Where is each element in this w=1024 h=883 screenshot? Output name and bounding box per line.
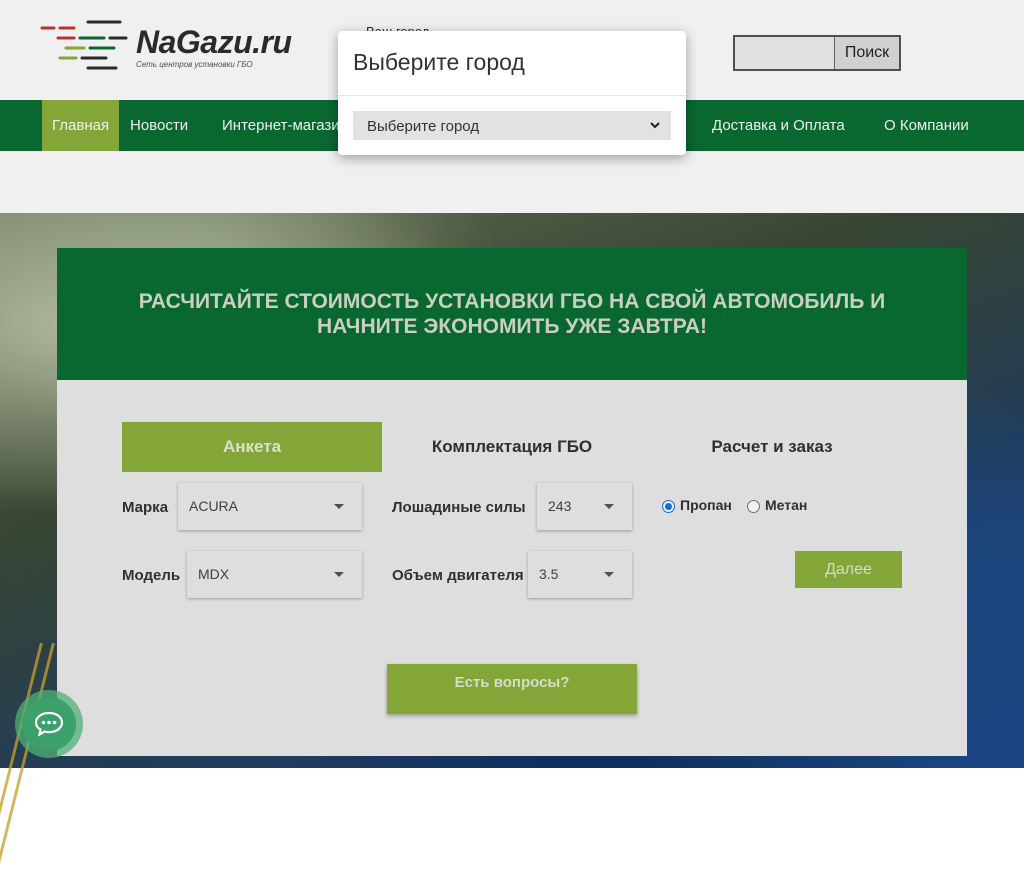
model-select-value: MDX	[198, 566, 230, 582]
nav-item-delivery[interactable]: Доставка и Оплата	[712, 100, 845, 151]
model-select[interactable]: MDX	[187, 551, 362, 598]
questions-button[interactable]: Есть вопросы?	[387, 664, 637, 714]
chat-button[interactable]	[15, 690, 83, 758]
site-logo[interactable]: NaGazu.ru Сеть центров установки ГБО	[40, 18, 330, 72]
city-select-modal: Выберите город Выберите город	[338, 31, 686, 155]
city-select[interactable]: Выберите город	[353, 111, 671, 140]
horsepower-select[interactable]: 243	[537, 483, 632, 530]
fuel-option-methane-label[interactable]: Метан	[765, 497, 807, 513]
tab-questionnaire[interactable]: Анкета	[122, 422, 382, 472]
tab-calculation-order[interactable]: Расчет и заказ	[642, 422, 902, 472]
caret-down-icon	[334, 504, 344, 509]
nav-item-home[interactable]: Главная	[42, 100, 120, 151]
search-button[interactable]: Поиск	[835, 37, 899, 69]
model-label: Модель	[122, 567, 181, 584]
calculator-title: Расчитайте стоимость установки ГБО на св…	[138, 290, 886, 338]
next-button[interactable]: Далее	[795, 551, 902, 588]
engine-volume-select-value: 3.5	[539, 566, 559, 582]
chat-bubble-icon	[34, 711, 64, 737]
gas-lines-logo-icon	[40, 20, 128, 70]
brand-select[interactable]: ACURA	[178, 483, 362, 530]
modal-divider	[338, 95, 686, 96]
brand-label: Марка	[122, 499, 169, 516]
logo-subtitle: Сеть центров установки ГБО	[136, 60, 253, 69]
brand-select-value: ACURA	[189, 498, 239, 514]
fuel-radio-propane[interactable]	[662, 500, 675, 513]
chat-button-inner	[22, 697, 76, 751]
nav-item-news[interactable]: Новости	[130, 100, 188, 151]
horsepower-label: Лошадиные силы	[392, 499, 526, 516]
calculator-header: Расчитайте стоимость установки ГБО на св…	[57, 248, 967, 380]
modal-title: Выберите город	[353, 49, 525, 75]
logo-text: NaGazu.ru	[136, 24, 292, 60]
fuel-option-propane-label[interactable]: Пропан	[680, 497, 732, 513]
search-input[interactable]	[735, 37, 835, 69]
horsepower-select-value: 243	[548, 498, 572, 514]
fuel-radio-methane[interactable]	[747, 500, 760, 513]
chevron-down-icon	[650, 122, 660, 129]
caret-down-icon	[604, 504, 614, 509]
tab-equipment[interactable]: Комплектация ГБО	[382, 422, 642, 472]
caret-down-icon	[604, 572, 614, 577]
engine-volume-select[interactable]: 3.5	[528, 551, 632, 598]
caret-down-icon	[334, 572, 344, 577]
calculator-panel: Анкета Комплектация ГБО Расчет и заказ М…	[57, 380, 967, 756]
search-form: Поиск	[733, 35, 901, 71]
nav-item-about[interactable]: О Компании	[884, 100, 969, 151]
nav-item-shop[interactable]: Интернет-магазин	[222, 100, 348, 151]
city-select-value: Выберите город	[367, 118, 480, 135]
engine-volume-label: Объем двигателя	[392, 567, 524, 584]
